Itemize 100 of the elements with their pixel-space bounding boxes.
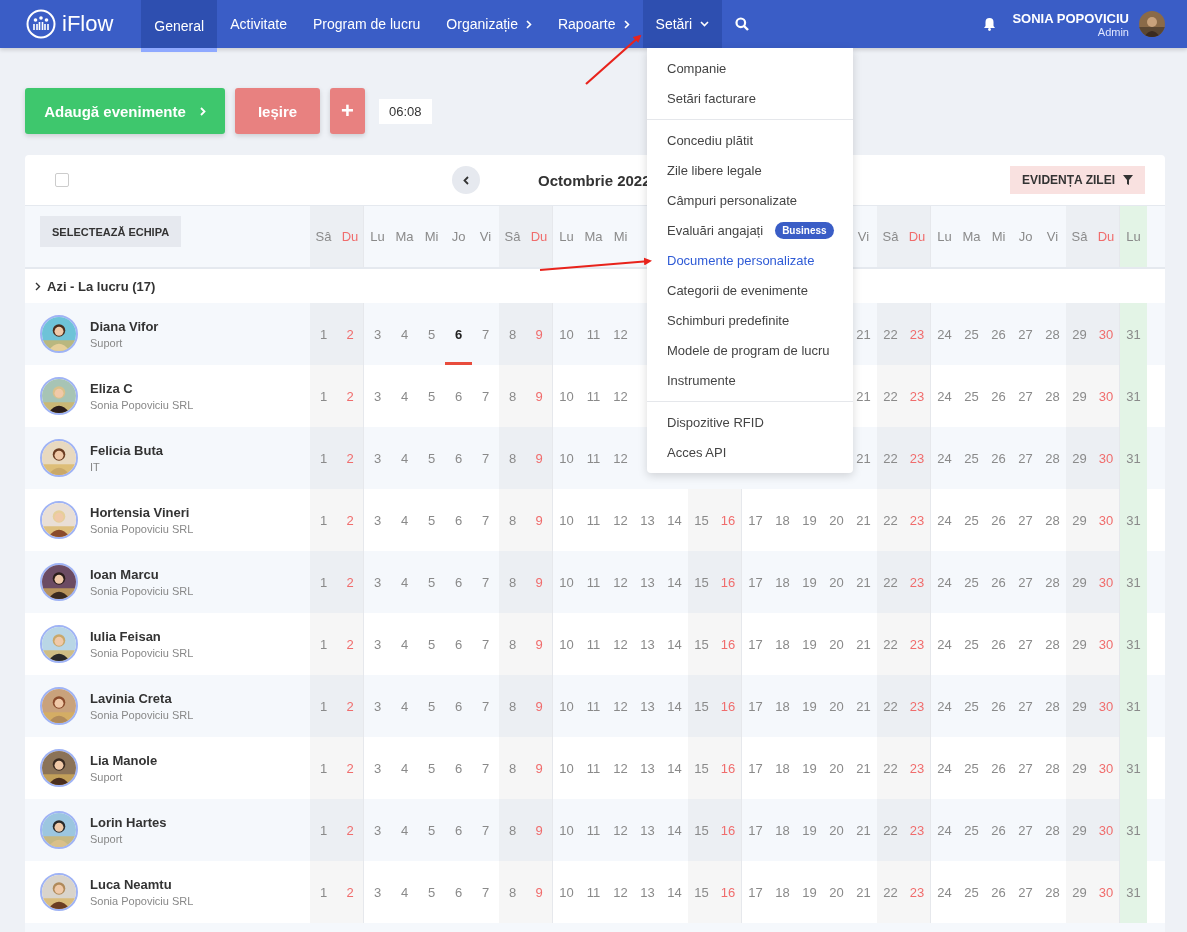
filter-icon [1123,175,1133,185]
weekday-label: Mi [612,228,629,246]
day-cell: 31 [1120,489,1147,551]
weekday-label: Lu [369,228,386,246]
day-cell-text: 19 [801,759,818,778]
day-cell: 1 [310,675,337,737]
day-cell-text: 7 [480,511,491,530]
day-cell: 9 [526,551,553,613]
select-team-button[interactable]: SELECTEAZĂ ECHIPA [40,216,182,247]
menu-item[interactable]: Instrumente [647,365,853,395]
day-cell: 31 [1120,737,1147,799]
nav-tab[interactable]: Organizație [433,0,545,48]
day-cell-text: 17 [747,511,764,530]
day-cell: 8 [499,799,526,861]
day-cell: 16 [715,489,742,551]
day-cell-text: 20 [828,821,845,840]
weekday-label: Ma [394,228,415,246]
nav-tab[interactable]: Activitate [217,0,300,48]
day-cell-text: 25 [963,883,980,902]
select-all-checkbox[interactable] [55,173,69,187]
day-cell-text: 13 [639,635,656,654]
day-cell-text: 7 [480,883,491,902]
nav-tab[interactable]: General [141,0,218,52]
day-cell-text: 5 [426,821,437,840]
day-cell: 1 [310,303,337,365]
day-cell-text: 11 [585,573,602,592]
weekday-label: Lu [558,228,575,246]
day-cell: 9 [526,427,553,489]
day-cell-text: 25 [963,449,980,468]
day-cell: 16 [715,551,742,613]
day-cell-text: 18 [774,821,791,840]
day-cell-text: 24 [936,759,953,778]
day-cell: 2 [337,489,364,551]
chevron-right-icon[interactable] [35,281,41,291]
weekday-label: Du [526,206,553,267]
day-cell-text: 13 [639,759,656,778]
menu-item[interactable]: Evaluări angajați Business [647,215,853,245]
menu-item[interactable]: Schimburi predefinite [647,305,853,335]
day-cell: 29 [1066,303,1093,365]
day-cell: 31 [1120,861,1147,923]
day-cell-text: 14 [666,821,683,840]
day-cell-text: 21 [855,883,872,902]
day-cell: 2 [337,799,364,861]
day-cell: 31 [1120,613,1147,675]
menu-item[interactable]: Documente personalizate [647,245,853,275]
nav-tab[interactable]: Program de lucru [299,0,434,48]
menu-item[interactable]: Zile libere legale [647,155,853,185]
menu-item[interactable]: Companie [647,53,853,83]
day-cell-text: 26 [990,449,1007,468]
day-cell-text: 27 [1017,821,1034,840]
day-cell-text: 11 [585,387,602,406]
day-cell-text: 5 [426,759,437,778]
day-cell: 29 [1066,613,1093,675]
previous-month-button[interactable] [452,166,480,194]
day-cell: 8 [499,737,526,799]
menu-item[interactable]: Câmpuri personalizate [647,185,853,215]
day-cell-text: 24 [936,883,953,902]
day-cell: 29 [1066,799,1093,861]
day-cell: 9 [526,675,553,737]
menu-item[interactable]: Acces API [647,437,853,467]
menu-item[interactable]: Dispozitive RFID [647,407,853,437]
day-cell-text: 6 [453,821,464,840]
annotation-arrow [585,34,642,85]
day-cell: 29 [1066,489,1093,551]
menu-item[interactable]: Categorii de evenimente [647,275,853,305]
employee-name: Lia Manole [90,753,158,768]
day-cell-text: 18 [774,573,791,592]
day-cell: 8 [499,613,526,675]
day-cell-text: 13 [639,511,656,530]
day-cell-text: 4 [399,883,410,902]
nav-tab[interactable]: Setări [642,0,723,48]
day-cell-text: 14 [666,883,683,902]
weekday-label: Du [337,206,364,267]
day-cell: 8 [499,303,526,365]
menu-item[interactable]: Modele de program de lucru [647,335,853,365]
day-cell-text: 25 [963,635,980,654]
day-cell-text: 17 [747,883,764,902]
nav-tab[interactable]: Rapoarte [544,0,643,48]
menu-item[interactable]: Setări facturare [647,83,853,113]
day-cell-text: 24 [936,511,953,530]
logo-icon [26,9,56,39]
day-cell-text: 25 [963,387,980,406]
day-cell-text: 25 [963,325,980,344]
weekday-label: Vi [478,228,493,246]
day-filter-button[interactable]: EVIDENȚA ZILEI [1010,166,1145,194]
day-cell-text: 11 [585,325,602,344]
day-cell: 1 [310,489,337,551]
day-cell-text: 11 [585,511,602,530]
day-cell-text: 10 [558,883,575,902]
day-cell: 30 [1093,551,1120,613]
day-cell-text: 10 [558,325,575,344]
day-cell-text: 12 [612,325,629,344]
day-cell-text: 20 [828,883,845,902]
menu-item[interactable]: Concediu plătit [647,125,853,155]
employee-name: Diana Vifor [90,319,159,334]
bell-icon[interactable] [983,17,997,31]
day-cell-text: 3 [372,511,383,530]
day-cell: 8 [499,365,526,427]
day-cell-text: 26 [990,759,1007,778]
day-cell-text: 28 [1044,697,1061,716]
